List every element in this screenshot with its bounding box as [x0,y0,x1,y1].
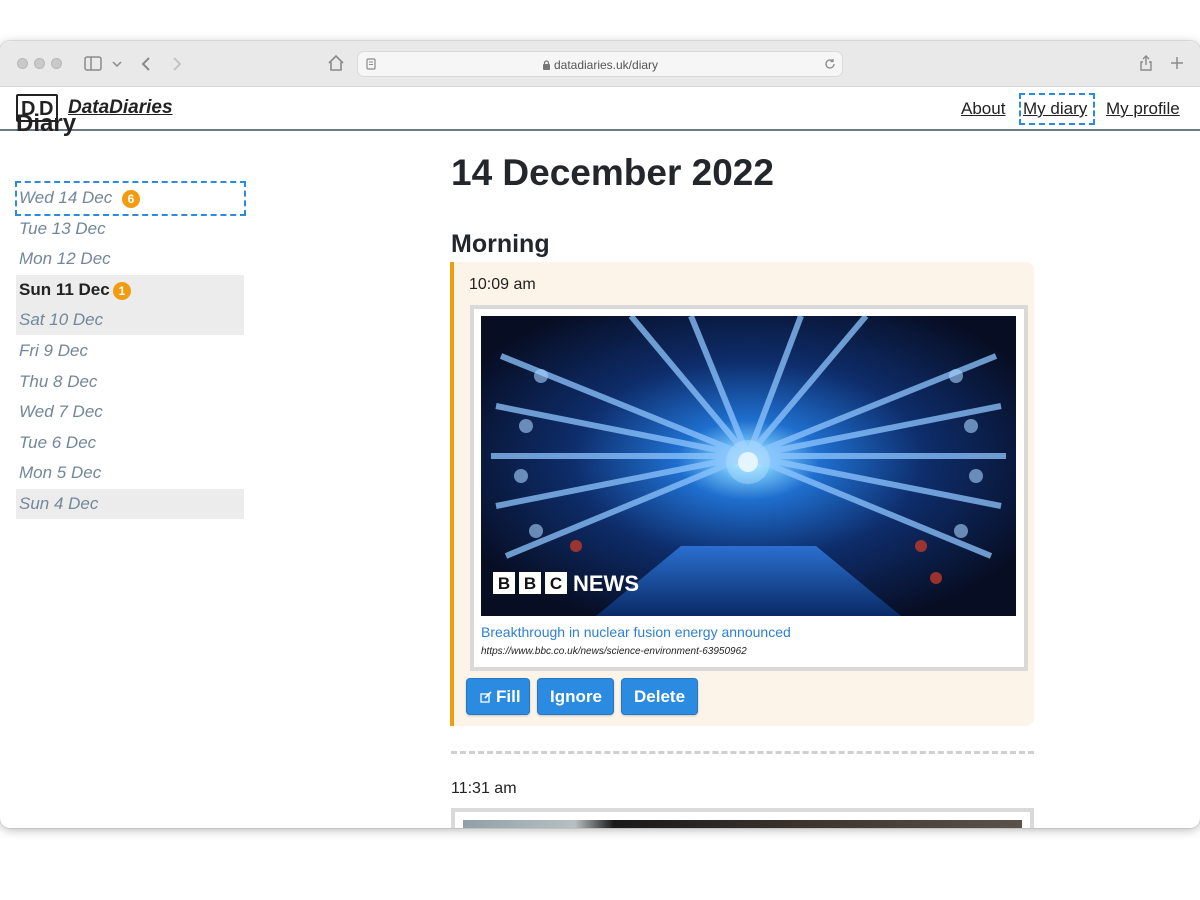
site-header: D D DataDiaries About My diary My profil… [0,87,1200,131]
sidebar-item-sun-11-dec[interactable]: Sun 11 Dec 1 [16,275,244,305]
chevron-down-icon[interactable] [112,60,122,68]
sidebar-item-label: Tue 13 Dec [19,219,106,238]
delete-button[interactable]: Delete [621,678,698,715]
count-badge: 1 [113,282,131,300]
forward-icon[interactable] [171,56,183,72]
fill-button[interactable]: Fill [466,678,530,715]
sidebar-item-thu-8-dec[interactable]: Thu 8 Dec [16,367,244,397]
section-heading: Morning [451,230,550,258]
news-watermark: NEWS [573,571,639,596]
sidebar-title: Diary [16,110,77,137]
focus-outline [1019,93,1095,125]
focus-outline [15,181,246,216]
delete-button-label: Delete [634,687,686,706]
entry-time: 10:09 am [469,276,536,293]
sidebar-item-label: Tue 6 Dec [19,433,97,452]
nav-about-link[interactable]: About [961,99,1005,119]
link-preview-card[interactable]: B B C NEWS Breakthrough in nuclear fusio… [470,305,1028,671]
share-icon[interactable] [1138,54,1154,72]
sidebar-item-tue-6-dec[interactable]: Tue 6 Dec [16,428,244,458]
fusion-chamber-image: B B C NEWS [481,316,1016,616]
entry-time: 11:31 am [451,780,517,797]
bbc-letter-c: C [550,574,562,593]
back-icon[interactable] [140,56,152,72]
home-icon[interactable] [327,54,345,72]
brand-link[interactable]: DataDiaries [68,97,173,119]
link-preview-card[interactable] [451,808,1034,828]
page-title: 14 December 2022 [451,152,774,193]
sidebar-item-fri-9-dec[interactable]: Fri 9 Dec [16,336,244,366]
sidebar-item-label: Sun 11 Dec [19,280,110,299]
sidebar-item-sat-10-dec[interactable]: Sat 10 Dec [16,305,244,335]
sidebar-item-label: Mon 12 Dec [19,249,111,268]
sidebar-item-label: Fri 9 Dec [19,341,88,360]
news-link-url: https://www.bbc.co.uk/news/science-envir… [481,646,747,657]
entry-divider [451,751,1034,754]
bbc-letter-b1: B [498,574,510,593]
fill-button-label: Fill [496,687,521,706]
news-image[interactable]: B B C NEWS [481,316,1016,616]
minimize-window-button[interactable] [34,58,45,69]
news-image[interactable] [463,820,1022,828]
browser-window: datadiaries.uk/diary D D DataDiaries Abo… [0,41,1200,828]
sidebar-toggle-icon[interactable] [84,56,102,71]
close-window-button[interactable] [17,58,28,69]
zoom-window-button[interactable] [51,58,62,69]
edit-icon [480,691,492,703]
sidebar-item-label: Thu 8 Dec [19,372,98,391]
sidebar-item-label: Sat 10 Dec [19,310,104,329]
ignore-button[interactable]: Ignore [537,678,614,715]
bbc-letter-b2: B [524,574,536,593]
diary-entry: 10:09 am B B C NEWS Breakthrough in nucl… [450,262,1034,726]
new-tab-icon[interactable] [1170,56,1184,70]
sidebar-item-mon-12-dec[interactable]: Mon 12 Dec [16,244,244,274]
sidebar-item-label: Mon 5 Dec [19,463,102,482]
lock-icon [542,60,550,70]
ignore-button-label: Ignore [550,687,602,706]
nav-my-profile-link[interactable]: My profile [1106,99,1180,119]
sidebar-item-wed-7-dec[interactable]: Wed 7 Dec [16,397,244,427]
sidebar-item-mon-5-dec[interactable]: Mon 5 Dec [16,458,244,488]
news-link-title[interactable]: Breakthrough in nuclear fusion energy an… [481,624,791,640]
address-bar[interactable]: datadiaries.uk/diary [357,51,843,77]
sidebar-item-sun-4-dec[interactable]: Sun 4 Dec [16,489,244,519]
sidebar-item-tue-13-dec[interactable]: Tue 13 Dec [16,214,244,244]
url-display: datadiaries.uk/diary [358,58,842,72]
sidebar-item-label: Wed 7 Dec [19,402,103,421]
browser-toolbar: datadiaries.uk/diary [0,41,1200,87]
url-text: datadiaries.uk/diary [553,58,659,72]
sidebar-item-label: Sun 4 Dec [19,494,99,513]
reload-icon[interactable] [824,58,836,70]
